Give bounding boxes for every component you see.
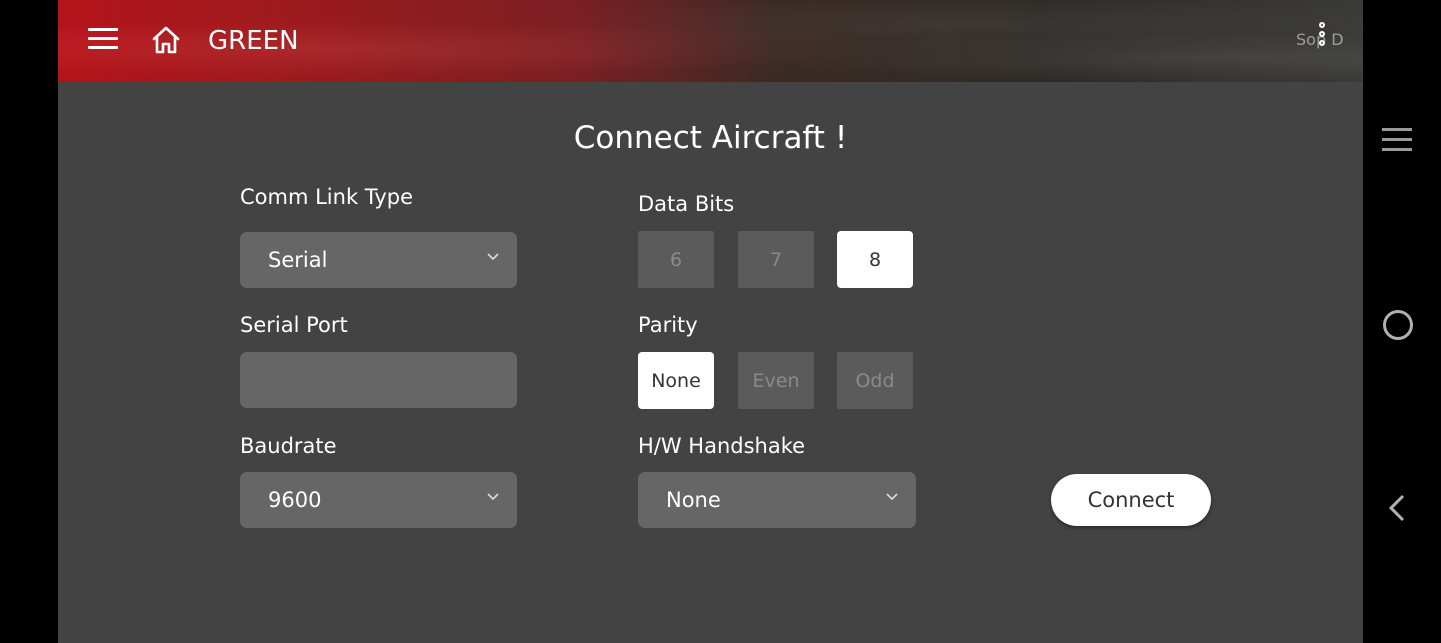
data-bits-label: Data Bits: [638, 192, 735, 216]
home-icon[interactable]: [150, 24, 182, 56]
chevron-down-icon: [886, 493, 898, 501]
top-app-bar: GREEN Sop D: [58, 0, 1363, 82]
parity-label: Parity: [638, 313, 698, 337]
chevron-down-icon: [487, 253, 499, 261]
menu-icon[interactable]: [88, 28, 118, 52]
more-vertical-icon[interactable]: [1316, 22, 1328, 62]
serial-port-field[interactable]: [240, 352, 517, 408]
recent-apps-icon[interactable]: [1382, 128, 1412, 158]
baudrate-dropdown[interactable]: 9600: [240, 472, 517, 528]
home-circle-icon[interactable]: [1383, 310, 1413, 340]
hw-handshake-label: H/W Handshake: [638, 434, 806, 458]
connect-button[interactable]: Connect: [1051, 474, 1211, 526]
hw-handshake-dropdown[interactable]: None: [638, 472, 916, 528]
data-bits-option-6[interactable]: 6: [638, 231, 714, 288]
parity-option-even[interactable]: Even: [738, 352, 814, 409]
hw-handshake-value: None: [666, 488, 721, 512]
connect-panel: GREEN Sop D Connect Aircraft ! Comm Link…: [58, 0, 1363, 643]
back-icon[interactable]: [1386, 494, 1408, 522]
comm-link-type-label: Comm Link Type: [240, 185, 414, 209]
parity-option-none[interactable]: None: [638, 352, 714, 409]
baudrate-value: 9600: [268, 488, 322, 512]
baudrate-label: Baudrate: [240, 434, 337, 458]
page-title: Connect Aircraft !: [573, 120, 848, 156]
data-bits-option-8[interactable]: 8: [837, 231, 913, 288]
serial-port-label: Serial Port: [240, 313, 348, 337]
app-brand: GREEN: [208, 26, 299, 56]
data-bits-option-7[interactable]: 7: [738, 231, 814, 288]
chevron-down-icon: [487, 493, 499, 501]
parity-option-odd[interactable]: Odd: [837, 352, 913, 409]
comm-link-type-value: Serial: [268, 248, 328, 272]
comm-link-type-dropdown[interactable]: Serial: [240, 232, 517, 288]
